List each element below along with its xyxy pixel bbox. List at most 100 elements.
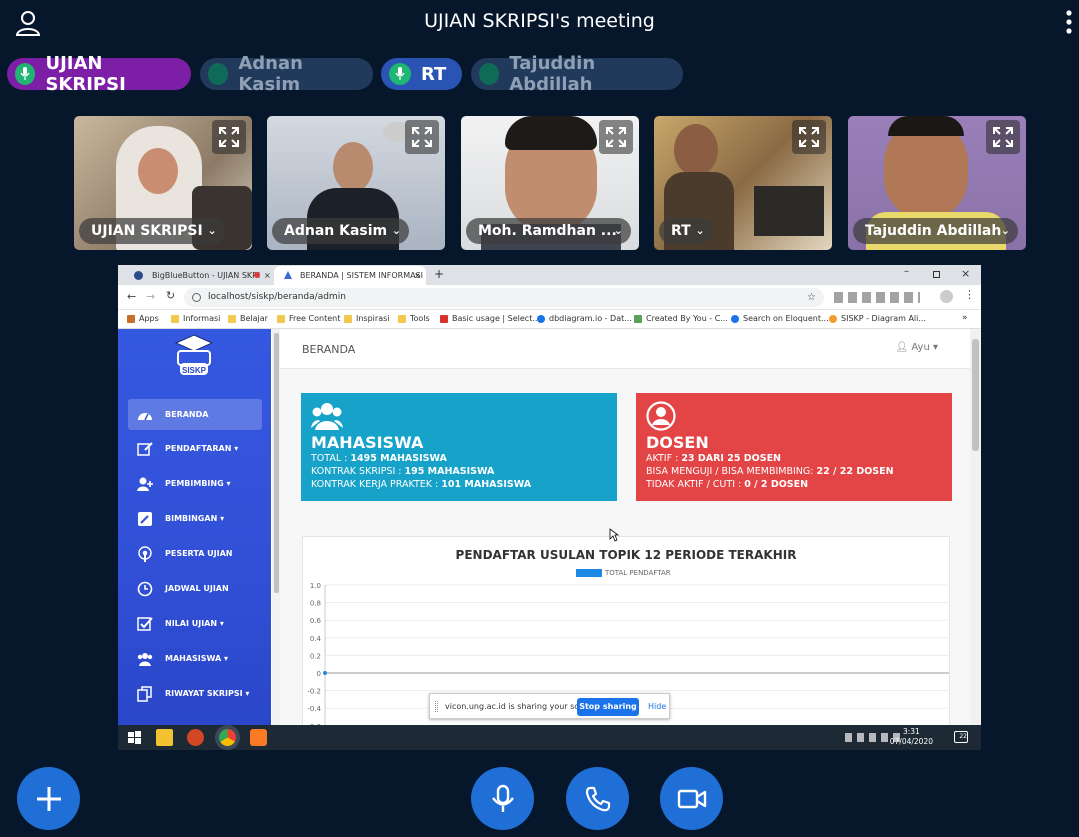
bookmark-item[interactable]: Basic usage | Select...: [440, 314, 540, 323]
video-tile-4[interactable]: RT ⌄: [654, 116, 832, 250]
card-line: BISA MENGUJI / BISA MEMBIMBING: 22 / 22 …: [646, 466, 894, 477]
browser-tab-beranda[interactable]: BERANDA | SISTEM INFORMASI ×: [274, 266, 426, 285]
more-bookmarks-icon[interactable]: »: [962, 313, 968, 323]
minimize-icon[interactable]: –: [904, 266, 909, 277]
talker-name: Adnan Kasim: [238, 53, 303, 95]
fullscreen-icon[interactable]: [405, 120, 439, 154]
video-tile-1[interactable]: UJIAN SKRIPSI ⌄: [74, 116, 252, 250]
new-tab-icon[interactable]: +: [434, 267, 444, 281]
sidebar-scrollbar-thumb[interactable]: [274, 333, 279, 593]
close-tab-icon[interactable]: ×: [264, 266, 271, 285]
meeting-title: UJIAN SKRIPSI's meeting: [424, 10, 655, 32]
video-name-label[interactable]: UJIAN SKRIPSI ⌄: [79, 218, 225, 244]
y-tick-label: -0.2: [307, 688, 321, 696]
main-content: BERANDA 👤︎ Ayu ▾ MAHASISWA TOTAL : 1495 …: [280, 329, 970, 737]
fullscreen-icon[interactable]: [212, 120, 246, 154]
back-icon[interactable]: ←: [127, 290, 136, 303]
forward-icon[interactable]: →: [146, 290, 155, 303]
user-circle-icon: [646, 401, 676, 431]
chevron-down-icon: ⌄: [391, 224, 402, 237]
stop-sharing-button[interactable]: Stop sharing: [577, 698, 639, 716]
windows-start-icon[interactable]: [126, 729, 143, 746]
chrome-icon[interactable]: [219, 729, 236, 746]
video-tile-2[interactable]: Adnan Kasim ⌄: [267, 116, 445, 250]
taskbar-clock[interactable]: 3:31 07/04/2020: [890, 727, 933, 747]
profile-avatar-icon[interactable]: [940, 290, 953, 303]
bookmark-item[interactable]: Free Content: [277, 314, 340, 323]
microphone-icon: [389, 63, 411, 85]
card-title: DOSEN: [646, 433, 709, 452]
bookmark-item[interactable]: dbdiagram.io - Dat...: [537, 314, 632, 323]
reload-icon[interactable]: ↻: [166, 289, 175, 302]
sidebar-item-pembimbing[interactable]: PEMBIMBING ▾: [128, 468, 262, 499]
fullscreen-icon[interactable]: [986, 120, 1020, 154]
dashboard-icon: [138, 413, 152, 421]
caret-down-icon: ▾: [245, 689, 250, 698]
dosen-card: DOSEN AKTIF : 23 DARI 25 DOSEN BISA MENG…: [636, 393, 952, 501]
powerpoint-icon[interactable]: [187, 729, 204, 746]
talker-pill-adnan-kasim[interactable]: Adnan Kasim: [200, 53, 373, 95]
content-header: BERANDA 👤︎ Ayu ▾: [280, 329, 970, 369]
url-input[interactable]: localhost/siskp/beranda/admin ☆: [184, 288, 824, 307]
extensions-icons[interactable]: [834, 292, 920, 303]
y-tick-label: 0.8: [310, 600, 321, 608]
hide-link[interactable]: Hide: [648, 702, 666, 711]
microphone-icon: [491, 784, 514, 812]
drag-handle-icon[interactable]: [435, 701, 438, 712]
screen-share-notice: vicon.ung.ac.id is sharing your screen. …: [429, 693, 670, 719]
bookmark-item[interactable]: Inspirasi: [344, 314, 389, 323]
restore-icon[interactable]: [933, 271, 940, 278]
talker-pill-ujian-skripsi[interactable]: UJIAN SKRIPSI: [7, 53, 191, 95]
video-name-label[interactable]: Adnan Kasim ⌄: [272, 218, 410, 244]
video-tile-5[interactable]: Tajuddin Abdillah ⌄: [848, 116, 1026, 250]
close-tab-icon[interactable]: ×: [414, 266, 421, 285]
video-name-label[interactable]: Tajuddin Abdillah ⌄: [853, 218, 1018, 244]
talker-pill-rt[interactable]: RT: [381, 58, 462, 90]
y-tick-label: 0.2: [310, 652, 321, 660]
sidebar-item-peserta-ujian[interactable]: PESERTA UJIAN: [128, 538, 262, 569]
clock-icon: [137, 581, 153, 597]
card-line: TIDAK AKTIF / CUTI : 0 / 2 DOSEN: [646, 479, 809, 490]
sidebar-item-nilai-ujian[interactable]: NILAI UJIAN ▾: [128, 608, 262, 639]
bookmark-item[interactable]: Search on Eloquent...: [731, 314, 829, 323]
caret-down-icon: ▾: [219, 619, 224, 628]
microphone-icon: [15, 63, 36, 85]
app-sidebar: SISKP BERANDA PENDAFTARAN ▾ PEMBIMBING ▾…: [118, 329, 271, 725]
fullscreen-icon[interactable]: [792, 120, 826, 154]
video-button[interactable]: [660, 767, 723, 830]
browser-menu-icon[interactable]: ⋮: [964, 288, 975, 301]
close-window-icon[interactable]: ×: [961, 267, 970, 280]
fullscreen-icon[interactable]: [599, 120, 633, 154]
user-menu[interactable]: 👤︎ Ayu ▾: [895, 342, 938, 353]
bookmark-item[interactable]: Tools: [398, 314, 430, 323]
bookmark-item[interactable]: Informasi: [171, 314, 220, 323]
card-line: TOTAL : 1495 MAHASISWA: [311, 453, 447, 464]
video-name-label[interactable]: RT ⌄: [659, 218, 713, 244]
browser-tab-bbb[interactable]: BigBlueButton - UJIAN SKRI ×: [126, 266, 272, 285]
video-name-label[interactable]: Moh. Ramdhan ... ⌄: [466, 218, 631, 244]
notifications-icon[interactable]: 22: [954, 731, 968, 743]
bookmark-item[interactable]: Belajar: [228, 314, 268, 323]
talker-pill-tajuddin-abdillah[interactable]: Tajuddin Abdillah: [471, 53, 683, 95]
actions-button[interactable]: [17, 767, 80, 830]
status-dot-icon: [479, 63, 500, 85]
sidebar-item-riwayat-skripsi[interactable]: RIWAYAT SKRIPSI ▾: [128, 678, 262, 709]
leave-audio-button[interactable]: [566, 767, 629, 830]
caret-down-icon: ▾: [220, 514, 225, 523]
content-scrollbar-thumb[interactable]: [972, 339, 979, 451]
microphone-button[interactable]: [471, 767, 534, 830]
bookmark-item[interactable]: Created By You - C...: [634, 314, 728, 323]
sidebar-item-beranda[interactable]: BERANDA: [128, 399, 262, 430]
sidebar-item-pendaftaran[interactable]: PENDAFTARAN ▾: [128, 433, 262, 464]
users-icon: [311, 403, 343, 430]
sidebar-item-mahasiswa[interactable]: MAHASISWA ▾: [128, 643, 262, 674]
sidebar-item-bimbingan[interactable]: BIMBINGAN ▾: [128, 503, 262, 534]
bookmark-item[interactable]: Apps: [127, 314, 159, 323]
options-menu-icon[interactable]: [1063, 8, 1075, 38]
sidebar-item-jadwal-ujian[interactable]: JADWAL UJIAN: [128, 573, 262, 604]
video-tile-3[interactable]: Moh. Ramdhan ... ⌄: [461, 116, 639, 250]
bookmark-item[interactable]: SISKP - Diagram Ali...: [829, 314, 926, 323]
file-explorer-icon[interactable]: [156, 729, 173, 746]
xampp-icon[interactable]: [250, 729, 267, 746]
bookmark-star-icon[interactable]: ☆: [807, 288, 816, 307]
